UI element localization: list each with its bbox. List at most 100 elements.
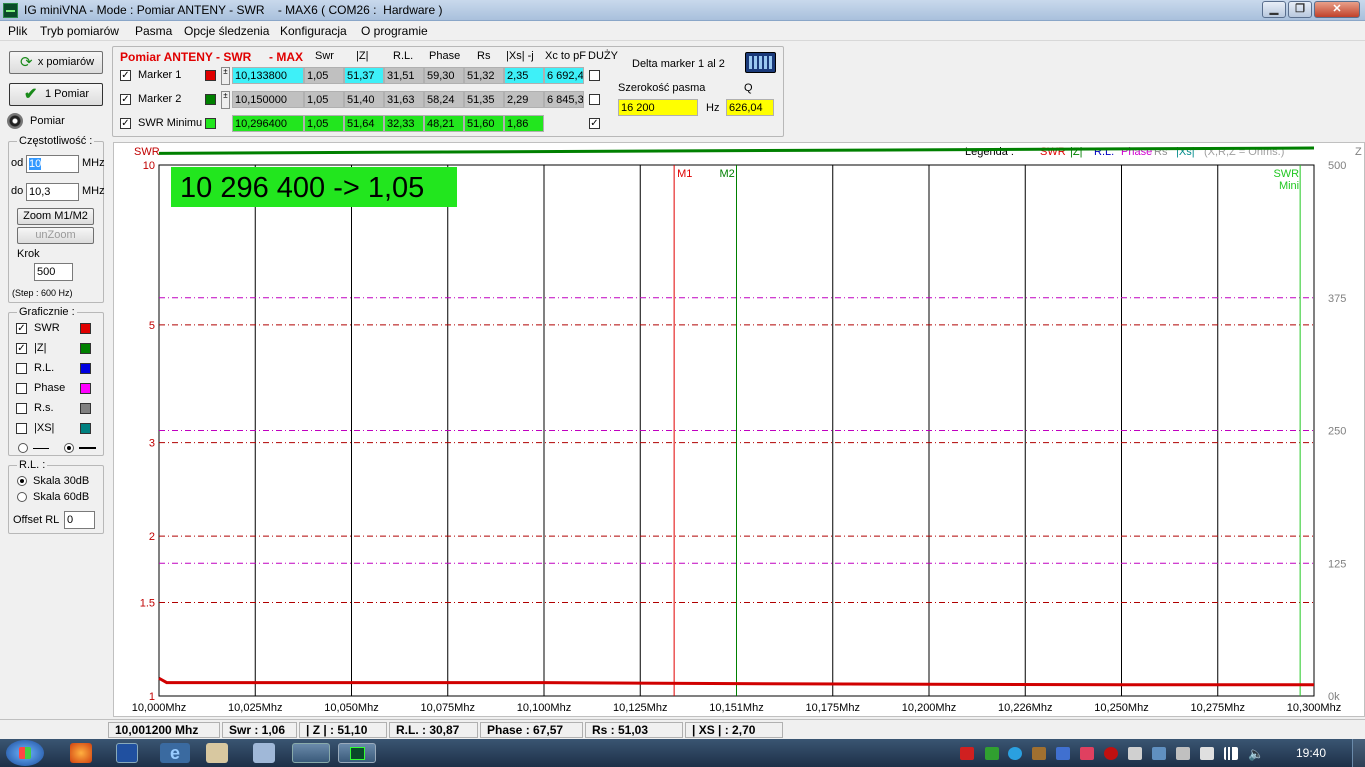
table-header: Swr xyxy=(315,50,334,62)
show-desktop-button[interactable] xyxy=(1352,739,1365,767)
marker-step-button[interactable]: ± xyxy=(221,91,230,109)
marker-cell: 51,37 xyxy=(344,67,384,84)
duzy-checkbox[interactable]: ✓ xyxy=(589,118,600,129)
z-tick-label: 250 xyxy=(1328,426,1346,438)
graf-color-swatch[interactable] xyxy=(80,383,91,394)
tray-usb-icon[interactable] xyxy=(1176,747,1190,760)
start-button[interactable] xyxy=(6,740,44,766)
tray-signal-icon[interactable] xyxy=(1224,747,1238,760)
menu-plik[interactable]: Plik xyxy=(8,24,27,38)
menu-tryb-pomiarow[interactable]: Tryb pomiarów xyxy=(40,24,119,38)
do-input[interactable]: 10,3 xyxy=(26,183,79,201)
one-pomiar-button[interactable]: ✔ 1 Pomiar xyxy=(9,83,103,106)
skala-60db-radio[interactable] xyxy=(17,492,27,502)
graf-color-swatch[interactable] xyxy=(80,343,91,354)
step-note: (Step : 600 Hz) xyxy=(12,288,73,298)
graf-color-swatch[interactable] xyxy=(80,323,91,334)
firefox-icon[interactable] xyxy=(70,743,92,763)
marker-cell: 10,150000 xyxy=(232,91,304,108)
tray-battery-icon[interactable] xyxy=(1200,747,1214,760)
volume-icon[interactable]: 🔈 xyxy=(1248,747,1264,760)
checkmark-icon: ✔ xyxy=(24,86,38,103)
marker-step-button[interactable]: ± xyxy=(221,67,230,85)
tray-music-icon[interactable] xyxy=(1128,747,1142,760)
thick-line-icon xyxy=(79,447,96,449)
marker-cell: 31,51 xyxy=(384,67,424,84)
x-tick-label: 10,075Mhz xyxy=(421,702,475,714)
skala-30db-radio[interactable] xyxy=(17,476,27,486)
status-z: | Z | : 51,10 xyxy=(299,722,387,738)
graf-checkbox[interactable]: ✓ xyxy=(16,343,27,354)
close-button[interactable]: ✕ xyxy=(1314,1,1360,18)
minivna-taskbar-icon[interactable] xyxy=(338,743,376,763)
od-input[interactable]: 10 xyxy=(26,155,79,173)
tray-shield-icon[interactable] xyxy=(1032,747,1046,760)
marker-checkbox[interactable]: ✓ xyxy=(120,94,131,105)
bandwidth-label: Szerokość pasma xyxy=(618,82,706,94)
marker-checkbox[interactable]: ✓ xyxy=(120,118,131,129)
ie-icon[interactable]: e xyxy=(160,743,190,763)
swr-tick-label: 10 xyxy=(143,160,155,172)
do-label: do xyxy=(11,185,24,197)
z-tick-label: 500 xyxy=(1328,160,1346,172)
offset-rl-input[interactable]: 0 xyxy=(64,511,95,529)
tray-flag-icon[interactable] xyxy=(1152,747,1166,760)
graf-checkbox[interactable] xyxy=(16,403,27,414)
swr-tick-label: 1.5 xyxy=(140,597,155,609)
app-window-icon[interactable] xyxy=(206,743,228,763)
menu-o-programie[interactable]: O programie xyxy=(361,24,428,38)
marker-color-swatch[interactable] xyxy=(205,70,216,81)
x-tick-label: 10,000Mhz xyxy=(132,702,186,714)
graf-color-swatch[interactable] xyxy=(80,363,91,374)
line-thin-radio[interactable] xyxy=(18,443,28,453)
menu-konfiguracja[interactable]: Konfiguracja xyxy=(280,24,347,38)
calculator-icon[interactable] xyxy=(745,52,776,73)
od-unit: MHz xyxy=(82,157,105,169)
graf-label: |XS| xyxy=(34,422,55,434)
marker-cell: 31,63 xyxy=(384,91,424,108)
duzy-checkbox[interactable] xyxy=(589,94,600,105)
graf-checkbox[interactable] xyxy=(16,383,27,394)
table-header: Rs xyxy=(477,50,491,62)
line-thick-radio[interactable] xyxy=(64,443,74,453)
maximize-button[interactable]: ❐ xyxy=(1288,1,1312,18)
graf-color-swatch[interactable] xyxy=(80,403,91,414)
tray-device-icon[interactable] xyxy=(1056,747,1070,760)
tray-app-icon[interactable] xyxy=(960,747,974,760)
network-app-icon[interactable] xyxy=(253,743,275,763)
menu-opcje-sledzenia[interactable]: Opcje śledzenia xyxy=(184,24,269,38)
marker-label: Marker 2 xyxy=(138,93,182,105)
z-axis-label: Z xyxy=(1355,146,1362,158)
marker-color-swatch[interactable] xyxy=(205,94,216,105)
save-icon[interactable] xyxy=(116,743,138,763)
graf-checkbox[interactable]: ✓ xyxy=(16,323,27,334)
status-bar: 10,001200 Mhz Swr : 1,06 | Z | : 51,10 R… xyxy=(0,719,1365,739)
marker-cell: 58,24 xyxy=(424,91,464,108)
tray-search-icon[interactable] xyxy=(1008,747,1022,760)
marker-checkbox[interactable]: ✓ xyxy=(120,70,131,81)
clock: 19:40 xyxy=(1296,746,1327,760)
graf-checkbox[interactable] xyxy=(16,363,27,374)
marker-cell: 51,64 xyxy=(344,115,384,132)
zoom-m1m2-button[interactable]: Zoom M1/M2 xyxy=(17,208,94,225)
z-tick-label: 125 xyxy=(1328,558,1346,570)
tray-wifi-icon[interactable] xyxy=(985,747,999,760)
marker-cell: 10,296400 xyxy=(232,115,304,132)
graf-color-swatch[interactable] xyxy=(80,423,91,434)
marker-color-swatch[interactable] xyxy=(205,118,216,129)
minimize-button[interactable]: ▁ xyxy=(1262,1,1286,18)
tray-ati-icon[interactable] xyxy=(1080,747,1094,760)
chart-area[interactable]: 10,000Mhz 10,025Mhz 10,050Mhz 10,075Mhz 10,1… xyxy=(113,142,1365,717)
duzy-checkbox[interactable] xyxy=(589,70,600,81)
swr-axis-label: SWR xyxy=(134,146,160,158)
graf-checkbox[interactable] xyxy=(16,423,27,434)
menu-pasma[interactable]: Pasma xyxy=(135,24,172,38)
krok-input[interactable]: 500 xyxy=(34,263,73,281)
explorer-icon[interactable] xyxy=(292,743,330,763)
x-tick-label: 10,175Mhz xyxy=(806,702,860,714)
status-frequency: 10,001200 Mhz xyxy=(108,722,220,738)
x-pomiarow-button[interactable]: ⟳ x pomiarów xyxy=(9,51,103,74)
krok-label: Krok xyxy=(17,248,40,260)
tray-media-icon[interactable] xyxy=(1104,747,1118,760)
unzoom-button[interactable]: unZoom xyxy=(17,227,94,244)
